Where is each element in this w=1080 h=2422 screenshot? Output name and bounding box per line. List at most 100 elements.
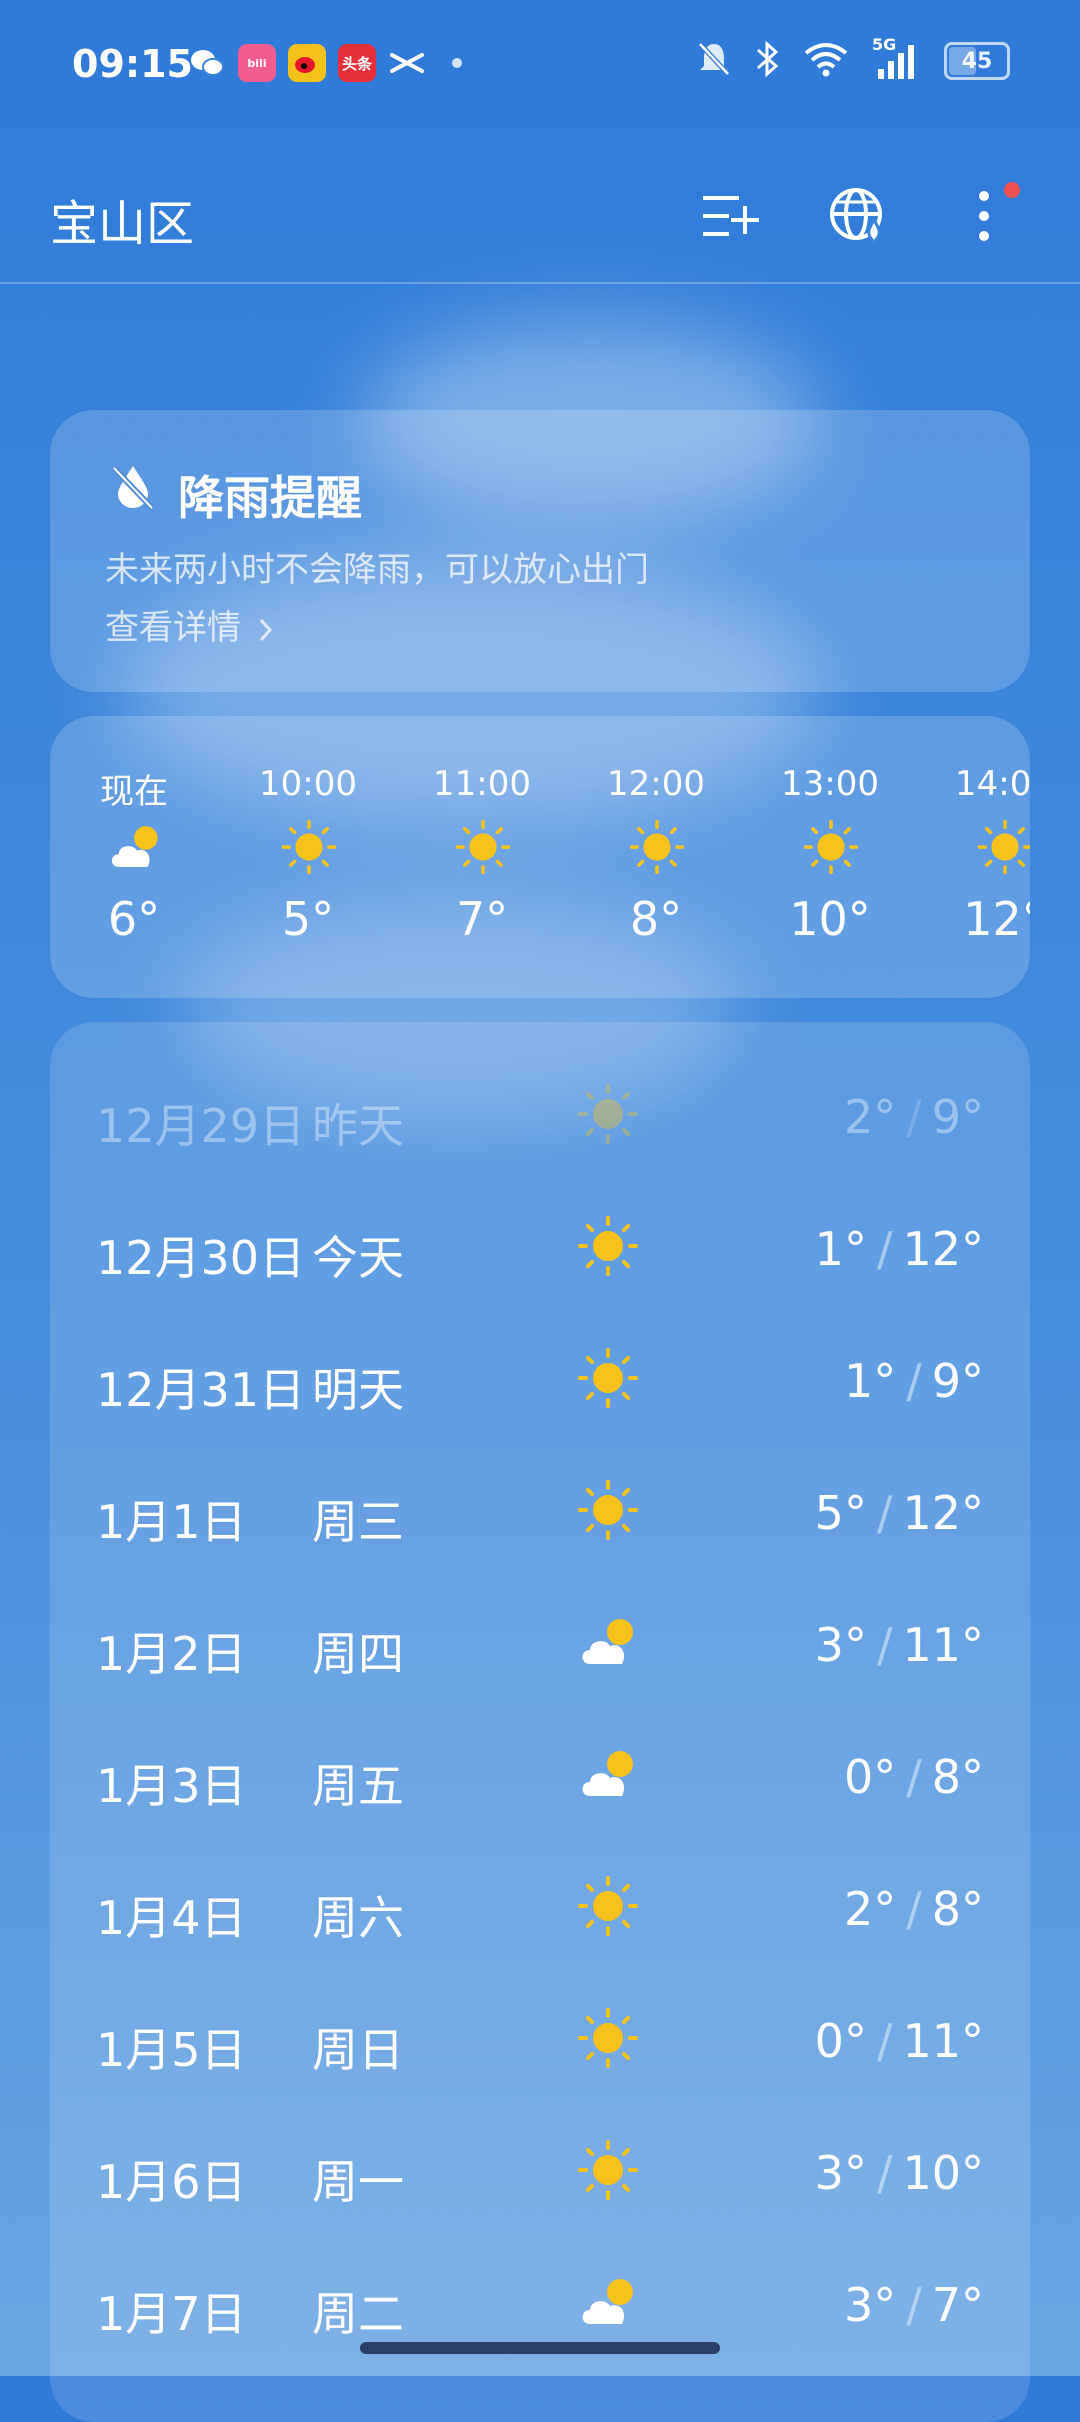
global-weather-button[interactable] (822, 180, 894, 252)
hour-temp: 10° (789, 892, 871, 946)
day-weekday: 明天 (312, 1363, 404, 1417)
day-date: 12月30日 (96, 1231, 306, 1285)
day-weekday: 周六 (312, 1891, 404, 1945)
day-temp-range: 2°/8° (844, 1882, 984, 1936)
sun-icon (578, 1084, 638, 1144)
day-weekday: 周三 (312, 1495, 404, 1549)
day-temp-range: 2°/9° (844, 1090, 984, 1144)
status-app-icons: bili 头条 (188, 44, 462, 82)
daily-row[interactable]: 12月30日 今天 1°/12° (50, 1180, 1030, 1312)
hour-temp: 12° (963, 892, 1030, 946)
temp-separator: / (906, 1882, 922, 1936)
app-header: 宝山区 (0, 150, 1080, 284)
more-options-button[interactable] (948, 180, 1020, 252)
hour-temp: 6° (107, 892, 161, 946)
day-low: 2° (843, 1882, 897, 1936)
temp-separator: / (906, 1750, 922, 1804)
notification-badge (1004, 182, 1020, 198)
day-low: 0° (843, 1750, 897, 1804)
hourly-forecast-card[interactable]: 现在 6° 10:00 5° 11:00 7° 12:00 8° 13:00 1… (50, 716, 1030, 998)
hour-temp: 5° (281, 892, 335, 946)
hour-time: 12:00 (607, 764, 705, 804)
daily-row[interactable]: 1月2日 周四 3°/11° (50, 1576, 1030, 1708)
day-temp-range: 0°/11° (815, 2014, 984, 2068)
day-low: 1° (814, 1222, 867, 1276)
rain-alert-title: 降雨提醒 (178, 471, 362, 525)
notification-dot-icon (452, 58, 462, 68)
list-add-icon (703, 196, 759, 236)
daily-row[interactable]: 1月3日 周五 0°/8° (50, 1708, 1030, 1840)
day-temp-range: 3°/10° (815, 2146, 984, 2200)
home-indicator[interactable] (360, 2342, 720, 2354)
daily-row[interactable]: 1月5日 周日 0°/11° (50, 1972, 1030, 2104)
day-high: 8° (931, 1882, 984, 1936)
day-weekday: 周一 (312, 2155, 404, 2209)
day-high: 12° (902, 1486, 984, 1540)
day-weekday: 周五 (312, 1759, 404, 1813)
day-weekday: 周二 (312, 2287, 404, 2341)
battery-level: 45 (961, 48, 993, 74)
day-date: 1月4日 (96, 1891, 247, 1945)
temp-separator: / (906, 1090, 922, 1144)
day-temp-range: 5°/12° (815, 1486, 984, 1540)
daily-row[interactable]: 1月4日 周六 2°/8° (50, 1840, 1030, 1972)
bluetooth-icon (754, 40, 780, 82)
day-date: 1月1日 (96, 1495, 247, 1549)
temp-separator: / (876, 2146, 893, 2200)
chevron-right-icon (259, 618, 272, 641)
day-temp-range: 1°/12° (815, 1222, 984, 1276)
day-date: 1月6日 (96, 2155, 247, 2209)
day-high: 11° (902, 2014, 984, 2068)
toutiao-icon: 头条 (338, 44, 376, 82)
day-date: 12月31日 (96, 1363, 306, 1417)
mute-bell-icon (696, 40, 732, 82)
partly-cloudy-icon (582, 2279, 633, 2324)
view-details-label: 查看详情 (105, 608, 241, 648)
day-low: 5° (814, 1486, 867, 1540)
rain-alert-description: 未来两小时不会降雨，可以放心出门 (105, 550, 649, 590)
scissors-app-icon (388, 44, 426, 82)
day-high: 10° (902, 2146, 984, 2200)
daily-row[interactable]: 12月31日 明天 1°/9° (50, 1312, 1030, 1444)
temp-separator: / (906, 1354, 922, 1408)
day-high: 9° (931, 1090, 984, 1144)
manage-cities-button[interactable] (694, 180, 766, 252)
city-name[interactable]: 宝山区 (50, 184, 194, 254)
more-vertical-icon (979, 191, 989, 241)
wifi-icon (802, 41, 850, 81)
hour-time: 14:00 (955, 764, 1030, 804)
day-date: 1月5日 (96, 2023, 247, 2077)
globe-drop-icon (830, 188, 882, 245)
sun-icon (977, 819, 1030, 875)
sun-icon (629, 819, 685, 875)
daily-row[interactable]: 12月29日 昨天 2°/9° (50, 1048, 1030, 1180)
hour-temp: 7° (455, 892, 509, 946)
day-high: 7° (931, 2278, 984, 2332)
hour-temp: 8° (629, 892, 683, 946)
sun-icon (455, 819, 511, 875)
daily-row[interactable]: 1月6日 周一 3°/10° (50, 2104, 1030, 2236)
status-time: 09:15 (72, 42, 193, 86)
day-date: 1月7日 (96, 2287, 247, 2341)
daily-row[interactable]: 1月1日 周三 5°/12° (50, 1444, 1030, 1576)
partly-cloudy-icon (582, 1751, 633, 1796)
daily-forecast-card[interactable]: 12月29日 昨天 2°/9° 12月30日 今天 1°/12° 12月31日 … (50, 1022, 1030, 2422)
status-right: 5G 45 (696, 35, 1010, 82)
day-date: 12月29日 (96, 1099, 306, 1153)
hour-time: 13:00 (781, 764, 879, 804)
view-details-link[interactable]: 查看详情 (105, 600, 274, 649)
day-low: 3° (814, 1618, 867, 1672)
sun-icon (578, 2008, 638, 2068)
partly-cloudy-icon (111, 826, 158, 867)
temp-separator: / (876, 1618, 893, 1672)
day-date: 1月3日 (96, 1759, 247, 1813)
sun-icon (578, 1348, 638, 1408)
day-low: 2° (843, 1090, 897, 1144)
rain-alert-card[interactable]: 降雨提醒 未来两小时不会降雨，可以放心出门 查看详情 (50, 410, 1030, 692)
day-weekday: 周日 (312, 2023, 404, 2077)
cellular-signal-icon: 5G (872, 35, 922, 81)
temp-separator: / (876, 1222, 893, 1276)
weibo-icon (288, 44, 326, 82)
sun-icon (578, 2140, 638, 2200)
bilibili-icon: bili (238, 44, 276, 82)
